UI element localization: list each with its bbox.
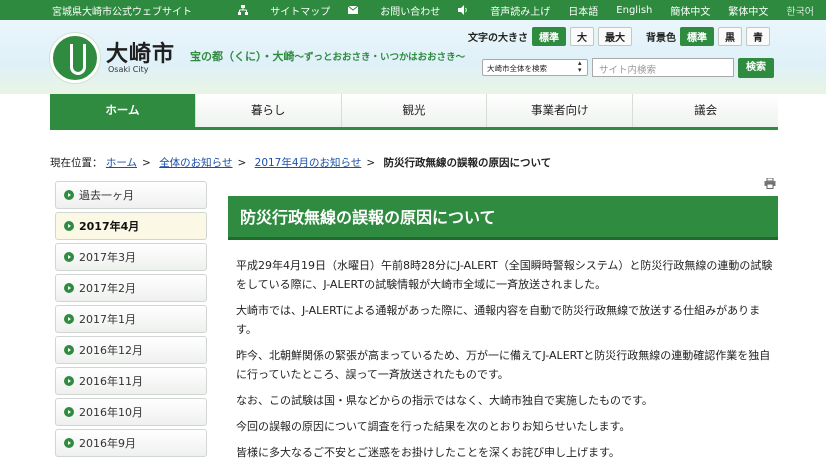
contact-link[interactable]: お問い合わせ <box>348 3 440 18</box>
bg-blue-button[interactable]: 青 <box>746 27 770 46</box>
arrow-right-icon <box>64 407 74 417</box>
sidebar-item-2016-12[interactable]: 2016年12月 <box>55 336 207 364</box>
sidebar-item-2016-10[interactable]: 2016年10月 <box>55 398 207 426</box>
article-paragraph: 平成29年4月19日（水曜日）午前8時28分にJ-ALERT（全国瞬時警報システ… <box>236 259 773 291</box>
print-icon[interactable] <box>764 178 776 189</box>
bg-color-switcher: 背景色 標準 黒 青 <box>646 27 770 46</box>
lang-zh-cn[interactable]: 簡体中文 <box>670 3 710 18</box>
catchphrase: 宝の都（くに）・大崎～ずっとおおさき・いつかはおおさき～ <box>190 48 465 64</box>
arrow-right-icon <box>64 283 74 293</box>
city-logo[interactable] <box>50 33 100 83</box>
voice-link[interactable]: 音声読み上げ <box>458 3 550 18</box>
sitemap-link[interactable]: サイトマップ <box>238 3 330 18</box>
font-size-switcher: 文字の大きさ 標準 大 最大 <box>468 27 632 46</box>
font-size-max-button[interactable]: 最大 <box>598 27 632 46</box>
arrow-right-icon <box>64 221 74 231</box>
sidebar-item-2017-01[interactable]: 2017年1月 <box>55 305 207 333</box>
lang-ja[interactable]: 日本語 <box>568 3 598 18</box>
lang-zh-tw[interactable]: 繁体中文 <box>728 3 768 18</box>
lang-ko[interactable]: 한국어 <box>786 3 814 18</box>
arrow-right-icon <box>64 376 74 386</box>
article-paragraph: 大崎市では、J-ALERTによる通報があった際に、通報内容を自動で防災行政無線で… <box>236 304 761 336</box>
sidebar-item-2017-03[interactable]: 2017年3月 <box>55 243 207 271</box>
article-body: 平成29年4月19日（水曜日）午前8時28分にJ-ALERT（全国瞬時警報システ… <box>236 256 778 469</box>
bg-standard-button[interactable]: 標準 <box>680 27 714 46</box>
arrow-right-icon <box>64 345 74 355</box>
font-size-standard-button[interactable]: 標準 <box>532 27 566 46</box>
bg-black-button[interactable]: 黒 <box>718 27 742 46</box>
article-paragraph: 今回の誤報の原因について調査を行った結果を次のとおりお知らせいたします。 <box>236 420 631 433</box>
city-name[interactable]: 大崎市 <box>106 36 175 68</box>
sidebar-item-2017-02[interactable]: 2017年2月 <box>55 274 207 302</box>
breadcrumb-separator: > <box>237 157 247 169</box>
arrow-right-icon <box>64 190 74 200</box>
search-button[interactable]: 検索 <box>738 58 774 78</box>
contact-label: お問い合わせ <box>380 6 441 18</box>
sidebar-item-2016-09[interactable]: 2016年9月 <box>55 429 207 457</box>
breadcrumb-link-april-news[interactable]: 2017年4月のお知らせ <box>255 157 362 169</box>
breadcrumb-link-all-news[interactable]: 全体のお知らせ <box>159 157 232 169</box>
catchphrase-main: 宝の都（くに）・大崎 <box>190 50 295 63</box>
nav-assembly[interactable]: 議会 <box>633 94 778 127</box>
global-nav: ホーム 暮らし 観光 事業者向け 議会 <box>50 94 778 130</box>
font-size-label: 文字の大きさ <box>468 33 528 44</box>
sidebar-item-2017-04[interactable]: 2017年4月 <box>55 212 207 240</box>
archive-sidebar: 過去一ヶ月 2017年4月 2017年3月 2017年2月 2017年1月 20… <box>55 181 207 460</box>
arrow-right-icon <box>64 252 74 262</box>
city-name-en: Osaki City <box>108 65 149 74</box>
page-title: 防災行政無線の誤報の原因について <box>228 196 778 240</box>
sidebar-item-label: 2017年4月 <box>79 220 140 233</box>
nav-living[interactable]: 暮らし <box>195 94 342 127</box>
sidebar-item-2016-11[interactable]: 2016年11月 <box>55 367 207 395</box>
sidebar-item-label: 2016年9月 <box>79 437 136 450</box>
sidebar-item-past-month[interactable]: 過去一ヶ月 <box>55 181 207 209</box>
font-size-large-button[interactable]: 大 <box>570 27 594 46</box>
breadcrumb-label: 現在位置： <box>50 157 103 169</box>
breadcrumb-current: 防災行政無線の誤報の原因について <box>383 157 552 169</box>
breadcrumb-separator: > <box>142 157 151 169</box>
sitemap-label: サイトマップ <box>270 6 331 18</box>
nav-business[interactable]: 事業者向け <box>487 94 634 127</box>
site-name: 宮城県大崎市公式ウェブサイト <box>52 7 192 18</box>
sidebar-item-label: 過去一ヶ月 <box>79 189 134 202</box>
utility-bar: 宮城県大崎市公式ウェブサイト サイトマップ お問い合わせ 音声読み上げ 日本語 … <box>0 0 826 20</box>
sidebar-item-label: 2016年10月 <box>79 406 143 419</box>
voice-label: 音声読み上げ <box>490 6 551 18</box>
sidebar-item-label: 2016年12月 <box>79 344 143 357</box>
site-header: 大崎市 Osaki City 宝の都（くに）・大崎～ずっとおおさき・いつかはおお… <box>0 20 826 94</box>
utility-links: サイトマップ お問い合わせ 音声読み上げ 日本語 English 簡体中文 繁体… <box>220 0 826 20</box>
lang-en[interactable]: English <box>616 5 652 16</box>
mail-icon <box>348 5 359 14</box>
arrow-right-icon <box>64 314 74 324</box>
breadcrumb-link-home[interactable]: ホーム <box>106 157 137 169</box>
breadcrumb: 現在位置： ホーム > 全体のお知らせ > 2017年4月のお知らせ > 防災行政無線… <box>50 155 551 170</box>
nav-home[interactable]: ホーム <box>50 94 196 127</box>
bg-color-label: 背景色 <box>646 33 676 44</box>
catchphrase-sub: ～ずっとおおさき・いつかはおおさき～ <box>294 52 466 63</box>
article-paragraph: 皆様に多大なるご不安とご迷惑をお掛けしたことを深くお詫び申し上げます。 <box>236 446 620 459</box>
article-paragraph: なお、この試験は国・県などからの指示ではなく、大崎市独自で実施したものです。 <box>236 394 653 407</box>
sidebar-item-label: 2017年3月 <box>79 251 136 264</box>
arrow-right-icon <box>64 438 74 448</box>
article-paragraph: 昨今、北朝鮮関係の緊張が高まっているため、万が一に備えてJ-ALERTと防災行政… <box>236 349 771 381</box>
search-scope-select[interactable]: 大崎市全体を検索 <box>482 59 588 76</box>
nav-tourism[interactable]: 観光 <box>341 94 488 127</box>
sitemap-icon <box>238 5 249 15</box>
speaker-icon <box>458 5 468 15</box>
search-input[interactable]: サイト内検索 <box>592 58 734 77</box>
breadcrumb-separator: > <box>366 157 376 169</box>
sidebar-item-label: 2016年11月 <box>79 375 143 388</box>
sidebar-item-label: 2017年1月 <box>79 313 136 326</box>
sidebar-item-label: 2017年2月 <box>79 282 136 295</box>
